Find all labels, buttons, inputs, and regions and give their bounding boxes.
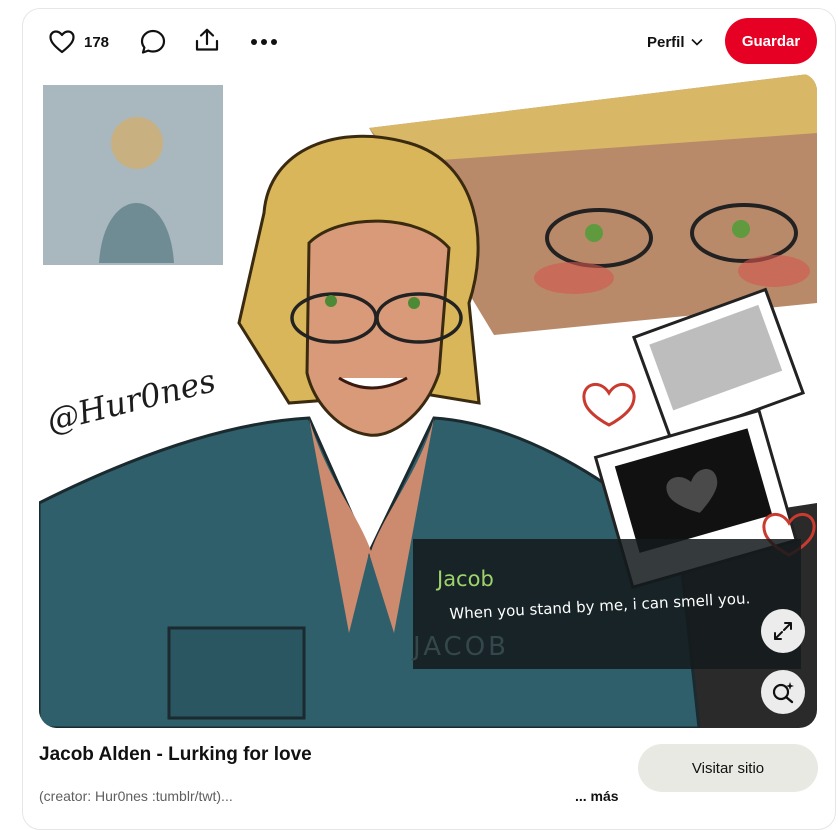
description-more-link[interactable]: ... más bbox=[575, 788, 619, 804]
comment-button[interactable] bbox=[139, 28, 167, 56]
share-button[interactable] bbox=[193, 26, 221, 54]
pin-description: (creator: Hur0nes :tumblr/twt)... bbox=[39, 788, 233, 804]
visual-search-icon bbox=[772, 682, 794, 704]
expand-button[interactable] bbox=[761, 609, 805, 653]
more-dots-icon bbox=[251, 39, 277, 45]
dialog-box: Jacob When you stand by me, i can smell … bbox=[413, 539, 801, 669]
more-options-button[interactable] bbox=[249, 28, 279, 56]
profile-dropdown[interactable]: Perfil bbox=[647, 31, 703, 53]
pin-card: 178 Perfil Guardar @Hur0nes Jacob When y… bbox=[22, 8, 836, 830]
chevron-down-icon bbox=[690, 38, 703, 46]
like-count: 178 bbox=[84, 33, 110, 51]
comment-bubble-icon bbox=[140, 29, 166, 54]
like-button[interactable]: 178 bbox=[49, 29, 109, 55]
pin-toolbar: 178 Perfil Guardar bbox=[23, 9, 835, 73]
visual-search-button[interactable] bbox=[761, 670, 805, 714]
save-button[interactable]: Guardar bbox=[725, 18, 817, 64]
name-badge: JACOB bbox=[413, 632, 509, 662]
pin-image[interactable]: @Hur0nes Jacob When you stand by me, i c… bbox=[39, 73, 817, 728]
profile-label: Perfil bbox=[647, 33, 685, 51]
share-upload-icon bbox=[195, 28, 219, 51]
dialog-speaker: Jacob bbox=[437, 567, 494, 591]
visit-site-button[interactable]: Visitar sitio bbox=[638, 744, 818, 792]
pin-title: Jacob Alden - Lurking for love bbox=[39, 744, 312, 765]
heart-outline-icon bbox=[49, 30, 75, 54]
expand-icon bbox=[774, 622, 792, 640]
dialog-text: When you stand by me, i can smell you. bbox=[449, 589, 751, 623]
